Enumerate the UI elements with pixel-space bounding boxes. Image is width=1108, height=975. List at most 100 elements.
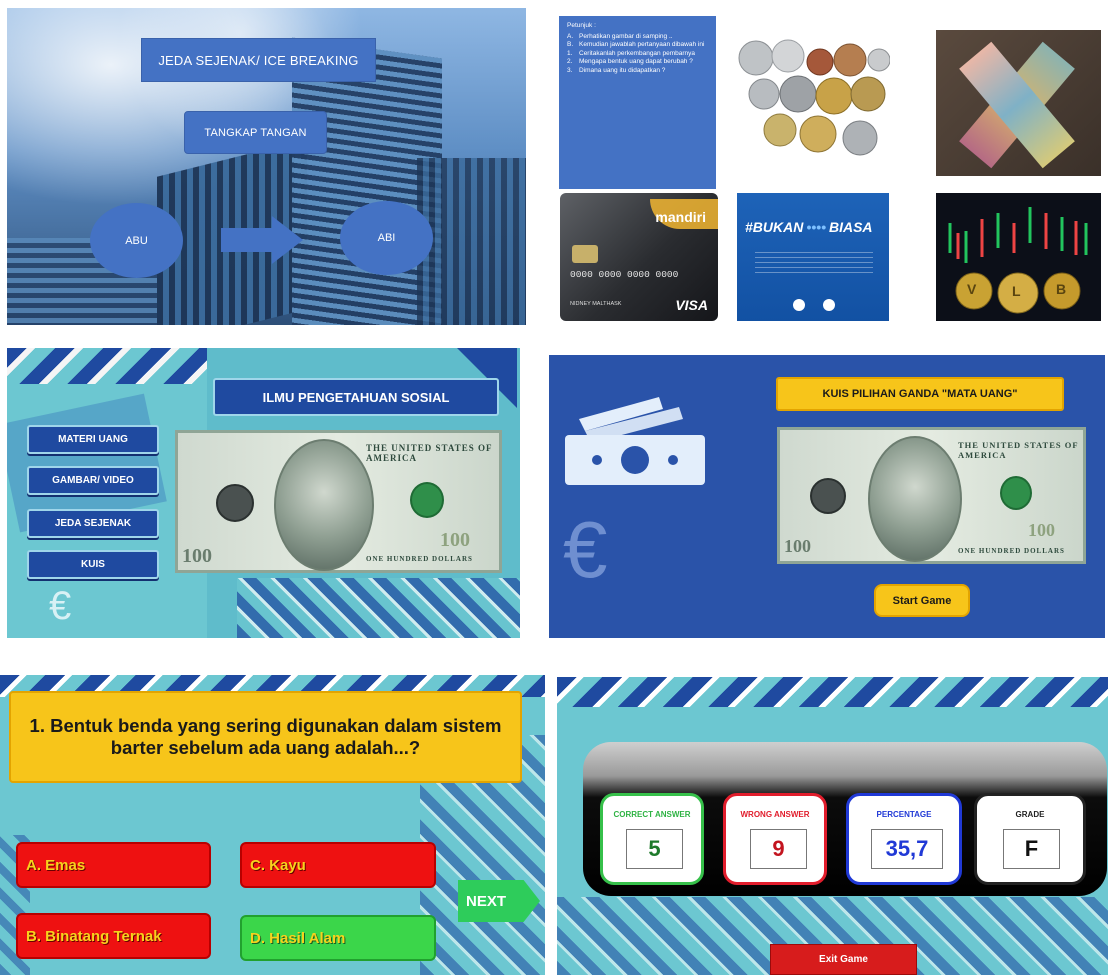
slide-subtitle: TANGKAP TANGAN [204, 126, 307, 139]
dollar-bill-image: THE UNITED STATES OF AMERICA ONE HUNDRED… [175, 430, 502, 573]
green-seal-icon [1000, 476, 1032, 510]
grade-card: GRADE F [974, 793, 1086, 885]
slide-title: JEDA SEJENAK/ ICE BREAKING [158, 52, 359, 68]
question-banner: 1. Bentuk benda yang sering digunakan da… [9, 691, 522, 783]
menu-label: GAMBAR/ VIDEO [52, 475, 134, 486]
decorative-pattern [237, 578, 520, 638]
instruction-marker: 1. [567, 49, 573, 57]
subject-title: ILMU PENGETAHUAN SOSIAL [262, 389, 450, 405]
answer-label: B. Binatang Ternak [26, 927, 162, 945]
subtitle-box[interactable]: TANGKAP TANGAN [184, 111, 327, 154]
correct-answer-card: CORRECT ANSWER 5 [600, 793, 704, 885]
correct-answer-label: CORRECT ANSWER [613, 810, 691, 819]
bill-denomination: 100 [182, 545, 212, 567]
bill-denomination: 100 [440, 529, 470, 551]
menu-button-jeda[interactable]: JEDA SEJENAK [27, 509, 159, 538]
instruction-marker: 3. [567, 66, 573, 74]
wrong-answer-label: WRONG ANSWER [740, 810, 810, 819]
coins-image [734, 30, 890, 176]
campaign-hash: # [745, 219, 753, 235]
decorative-stripe [557, 677, 1108, 707]
instruction-item: Dimana uang itu didapatkan ? [579, 66, 666, 74]
answer-label: A. Emas [26, 856, 86, 874]
quiz-intro-slide: € KUIS PILIHAN GANDA "MATA UANG" THE UNI… [549, 355, 1105, 638]
bill-top-text: THE UNITED STATES OF AMERICA [958, 440, 1079, 460]
slide-title-box[interactable]: JEDA SEJENAK/ ICE BREAKING [141, 38, 376, 82]
portrait-image [274, 439, 374, 571]
bill-denomination: 100 [1028, 520, 1055, 540]
right-circle-label: ABI [377, 232, 396, 244]
building-image [417, 158, 526, 325]
card-number: 0000 0000 0000 0000 [570, 269, 679, 280]
right-circle[interactable]: ABI [340, 201, 433, 275]
campaign-word-b: BIASA [828, 219, 873, 235]
instructions-title: Petunjuk : [567, 22, 596, 29]
menu-label: MATERI UANG [58, 434, 128, 445]
left-circle[interactable]: ABU [90, 203, 183, 278]
question-text: 1. Bentuk benda yang sering digunakan da… [29, 715, 502, 758]
percentage-label: PERCENTAGE [876, 810, 932, 819]
ice-breaking-slide: JEDA SEJENAK/ ICE BREAKING TANGKAP TANGA… [7, 8, 526, 325]
instruction-item: Perhatikan gambar di samping .. [579, 32, 673, 40]
instruction-item: Ceritakanlah perkembangan pembarnya [579, 49, 695, 57]
start-game-label: Start Game [892, 594, 952, 607]
green-seal-icon [410, 482, 444, 518]
seal-icon [216, 484, 254, 522]
next-label: NEXT [466, 892, 507, 910]
crypto-chart-illustration [948, 207, 1088, 314]
answer-option-d[interactable]: D. Hasil Alam [240, 915, 436, 961]
banknotes-image [936, 30, 1101, 176]
decorative-stripe [7, 348, 207, 384]
coin-letter: L [1012, 283, 1021, 299]
correct-answer-value: 5 [626, 829, 683, 869]
menu-button-kuis[interactable]: KUIS [27, 550, 159, 579]
euro-icon: € [49, 584, 72, 628]
dollar-bill-image: THE UNITED STATES OF AMERICA ONE HUNDRED… [777, 427, 1086, 564]
portrait-image [868, 436, 962, 562]
subject-banner: ILMU PENGETAHUAN SOSIAL [213, 378, 499, 416]
grade-value: F [1003, 829, 1060, 869]
logo-icon [823, 299, 835, 311]
menu-label: KUIS [81, 559, 105, 570]
grade-label: GRADE [1015, 810, 1045, 819]
answer-option-a[interactable]: A. Emas [16, 842, 211, 888]
percentage-value: 35,7 [871, 829, 943, 869]
wrong-answer-card: WRONG ANSWER 9 [723, 793, 827, 885]
campaign-word-a: BUKAN [752, 219, 804, 235]
answer-option-c[interactable]: C. Kayu [240, 842, 436, 888]
instructions-box: Petunjuk : A. Perhatikan gambar di sampin… [559, 16, 716, 189]
instruction-item: Kemudian jawablah pertanyaan dibawah ini [579, 41, 705, 48]
euro-icon: € [563, 505, 608, 594]
answer-option-b[interactable]: B. Binatang Ternak [16, 913, 211, 959]
campaign-image: #BUKAN •••• BIASA [737, 193, 889, 321]
credit-card-image: mandiri 0000 0000 0000 0000 NIDNEY MALTH… [560, 193, 718, 321]
quiz-question-slide: 1. Bentuk benda yang sering digunakan da… [0, 675, 545, 975]
menu-button-materi[interactable]: MATERI UANG [27, 425, 159, 454]
logo-icon [793, 299, 805, 311]
instructions-slide: Petunjuk : A. Perhatikan gambar di sampin… [538, 8, 1105, 325]
answer-label: D. Hasil Alam [250, 929, 346, 947]
start-game-button[interactable]: Start Game [874, 584, 970, 617]
exit-game-label: Exit Game [819, 954, 868, 965]
money-icon [565, 397, 705, 485]
campaign-headline: #BUKAN •••• BIASA [745, 219, 873, 235]
menu-label: JEDA SEJENAK [54, 518, 132, 529]
card-brand: mandiri [655, 209, 706, 225]
exit-game-button[interactable]: Exit Game [770, 944, 917, 975]
coin-letter: V [967, 281, 977, 297]
instruction-marker: A. [567, 32, 574, 40]
menu-button-gambar[interactable]: GAMBAR/ VIDEO [27, 466, 159, 495]
next-button[interactable]: NEXT [458, 880, 540, 922]
answer-label: C. Kayu [250, 856, 306, 874]
menu-slide: ILMU PENGETAHUAN SOSIAL MATERI UANG GAMB… [7, 348, 520, 638]
instruction-marker: 2. [567, 58, 573, 65]
left-circle-label: ABU [125, 234, 148, 247]
crypto-image: V L B [936, 193, 1101, 321]
wrong-answer-value: 9 [750, 829, 807, 869]
quiz-title-banner: KUIS PILIHAN GANDA "MATA UANG" [776, 377, 1064, 411]
instruction-item: Mengapa bentuk uang dapat berubah ? [579, 58, 693, 65]
instruction-marker: B. [567, 41, 574, 48]
bill-denomination: 100 [784, 536, 811, 556]
chip-icon [572, 245, 598, 263]
card-holder: NIDNEY MALTHASK [570, 301, 622, 307]
